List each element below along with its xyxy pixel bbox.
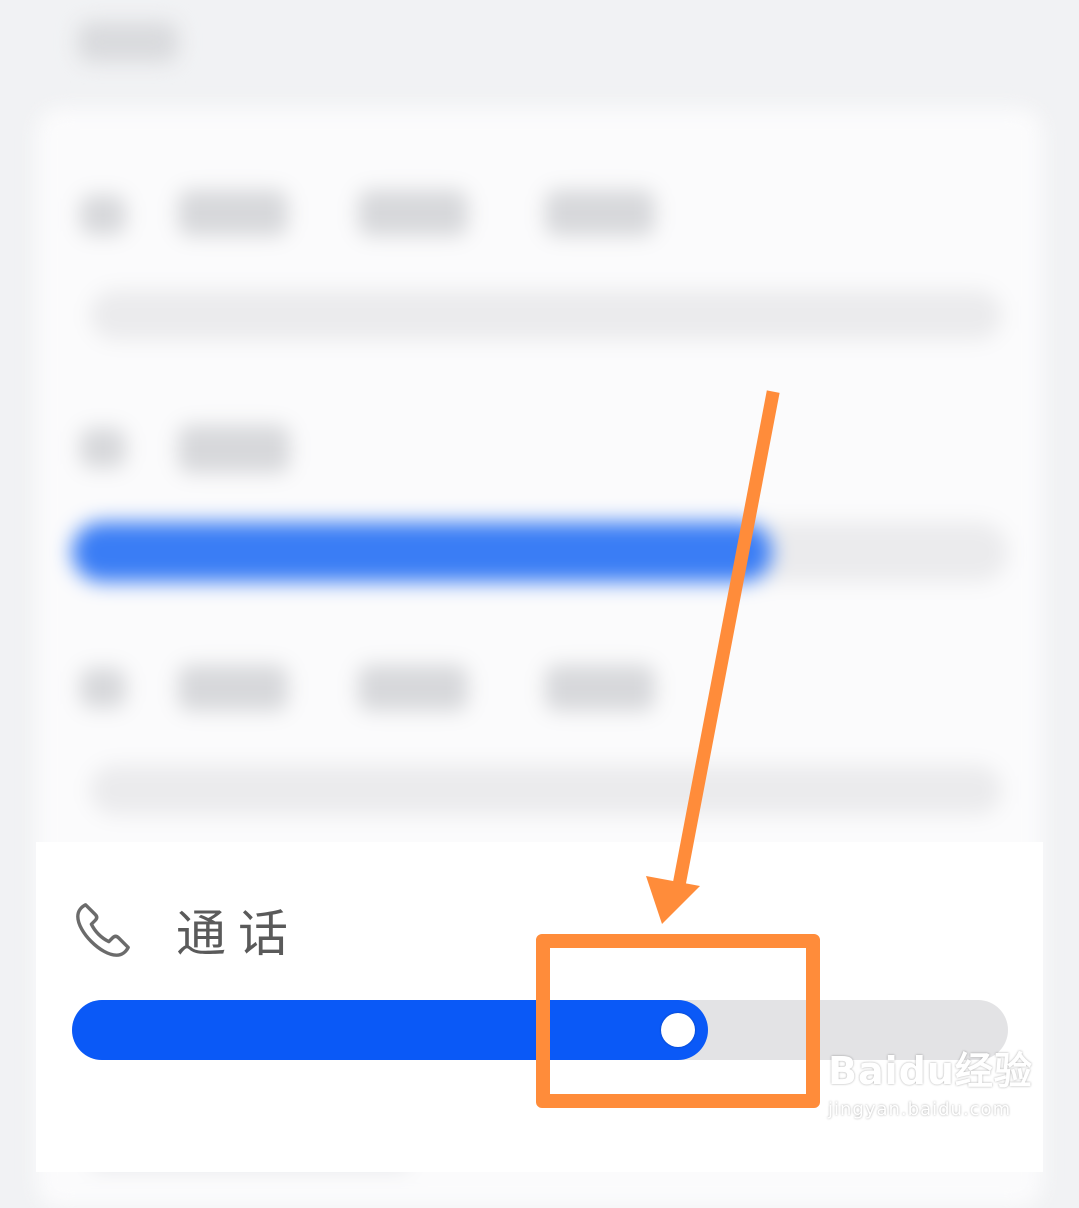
slider-thumb[interactable] bbox=[661, 1013, 695, 1047]
call-volume-slider[interactable] bbox=[72, 1000, 1008, 1060]
blurred-label bbox=[178, 665, 288, 711]
blurred-label bbox=[178, 425, 290, 473]
blurred-label bbox=[545, 665, 655, 711]
call-volume-row: 通话 bbox=[72, 895, 300, 965]
blurred-heading bbox=[78, 22, 178, 62]
phone-icon bbox=[76, 903, 130, 957]
blurred-label bbox=[545, 190, 655, 236]
blurred-label bbox=[358, 190, 468, 236]
blurred-icon bbox=[80, 668, 126, 708]
call-volume-label: 通话 bbox=[176, 905, 300, 963]
slider-fill bbox=[72, 1000, 708, 1060]
blurred-icon bbox=[80, 195, 126, 235]
blurred-slider-track bbox=[90, 290, 1002, 340]
blurred-icon bbox=[80, 428, 126, 468]
blurred-slider-fill bbox=[72, 522, 772, 582]
blurred-label bbox=[178, 190, 288, 236]
blurred-slider-track bbox=[90, 765, 1002, 815]
blurred-label bbox=[358, 665, 468, 711]
